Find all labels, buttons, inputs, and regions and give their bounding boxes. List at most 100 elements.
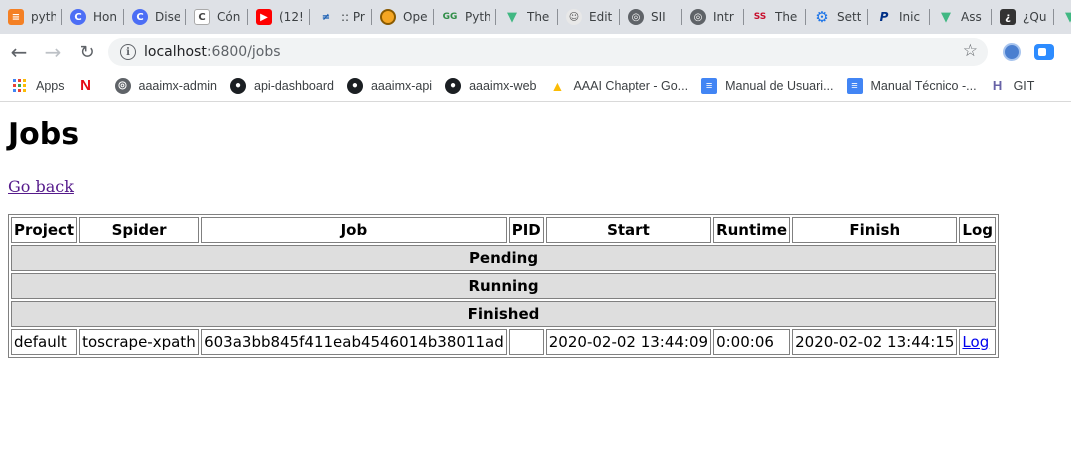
tab-label: Dise <box>155 10 180 24</box>
youtube-icon: ▶ <box>256 9 272 25</box>
vue-icon: ▼ <box>507 9 517 25</box>
back-arrow-icon[interactable]: ← <box>4 37 34 67</box>
tab-label: Ope <box>403 10 428 24</box>
column-header: Start <box>545 217 712 243</box>
bookmark-label: Manual de Usuari... <box>725 78 834 93</box>
cell-pid <box>508 329 544 355</box>
cell-log: Log <box>959 329 997 355</box>
tab-label: Hon <box>93 10 117 24</box>
browser-tab[interactable]: ◎ Intr <box>682 0 744 34</box>
column-header: Finish <box>792 217 958 243</box>
tab-label: pyth <box>31 10 56 24</box>
column-header: Runtime <box>713 217 791 243</box>
cell-spider: toscrape-xpath <box>79 329 200 355</box>
tab-label: The <box>775 10 798 24</box>
bookmark-aaaimx-admin[interactable]: ◎ aaaimx-admin <box>114 77 218 94</box>
address-bar[interactable]: i localhost:6800/jobs ☆ <box>108 38 988 66</box>
tab-label: Inic <box>899 10 921 24</box>
browser-tab[interactable]: C Cón <box>186 0 248 34</box>
bookmarks-bar: Apps N ◎ aaaimx-admin ● api-dashboard ● … <box>0 70 1071 102</box>
tec-logo-icon: ≠ <box>321 11 331 23</box>
bookmark-label: aaaimx-web <box>469 78 537 93</box>
heroku-icon: H <box>992 78 1003 93</box>
jobs-table: Project Spider Job PID Start Runtime Fin… <box>8 214 1000 358</box>
browser-tab[interactable]: ⚙ Sett <box>806 0 868 34</box>
google-drive-icon: ▲ <box>550 77 565 94</box>
gear-icon: ⚙ <box>815 8 829 26</box>
bookmark-apps[interactable]: Apps <box>13 78 65 93</box>
apps-grid-icon <box>13 78 27 93</box>
bookmark-aaaimx-api[interactable]: ● aaaimx-api <box>346 77 432 94</box>
table-row: default toscrape-xpath 603a3bb845f411eab… <box>11 329 997 355</box>
browser-tab[interactable]: ▼ The <box>496 0 558 34</box>
tab-strip: ≡ pyth C Hon C Dise C Cón ▶ (12! ≠:: Pr Ope G… <box>0 0 1071 34</box>
column-header: Spider <box>79 217 200 243</box>
alien-icon: ☺ <box>566 9 582 25</box>
browser-tab[interactable]: ☺ Edit <box>558 0 620 34</box>
browser-tab[interactable]: ▼ Ass <box>930 0 992 34</box>
cell-start: 2020-02-02 13:44:09 <box>545 329 712 355</box>
browser-tab[interactable]: ≠:: Pr <box>310 0 372 34</box>
red-logo-icon: SS <box>753 12 767 22</box>
browser-tab[interactable]: C Hon <box>62 0 124 34</box>
tab-label: Cón <box>217 10 241 24</box>
tab-label: The <box>527 10 550 24</box>
browser-tab[interactable]: ▼ <box>1054 0 1071 34</box>
google-docs-icon: ≡ <box>846 77 863 94</box>
tab-label: Pyth <box>465 10 490 24</box>
bookmark-manual-tecnico[interactable]: ≡ Manual Técnico -... <box>846 77 977 94</box>
section-header-pending: Pending <box>11 245 997 271</box>
browser-tab[interactable]: SS The <box>744 0 806 34</box>
globe-icon: ◎ <box>628 9 644 25</box>
github-icon: ● <box>230 77 247 94</box>
tab-label: ¿Qu <box>1023 10 1047 24</box>
browser-tab[interactable]: ◎ SII <box>620 0 682 34</box>
browser-tab[interactable]: GG Pyth <box>434 0 496 34</box>
tab-label: (12! <box>279 10 304 24</box>
chrome-store-icon: C <box>194 9 210 25</box>
geeksforgeeks-icon: GG <box>442 12 458 22</box>
browser-tab[interactable]: Ope <box>372 0 434 34</box>
globe-icon: ◎ <box>114 77 131 94</box>
dark-square-icon: ¿ <box>1000 9 1016 25</box>
extension-icon[interactable] <box>1003 43 1021 61</box>
zoom-extension-icon[interactable] <box>1034 44 1054 60</box>
log-link[interactable]: Log <box>962 333 989 351</box>
browser-tab[interactable]: ≡ pyth <box>0 0 62 34</box>
bookmark-label: Manual Técnico -... <box>870 78 977 93</box>
browser-tab[interactable]: ▶ (12! <box>248 0 310 34</box>
page-content: Jobs Go back Project Spider Job PID Star… <box>0 103 1071 455</box>
reload-icon[interactable]: ↻ <box>72 37 102 67</box>
bookmark-git[interactable]: H GIT <box>990 78 1035 94</box>
browser-tab[interactable]: P Inic <box>868 0 930 34</box>
browser-toolbar: ← → ↻ i localhost:6800/jobs ☆ <box>0 34 1071 70</box>
tab-label: Ass <box>961 10 982 24</box>
github-icon: ● <box>346 77 363 94</box>
bookmark-aaaimx-web[interactable]: ● aaaimx-web <box>445 77 537 94</box>
info-icon[interactable]: i <box>120 44 136 60</box>
section-header-finished: Finished <box>11 301 997 327</box>
browser-tab[interactable]: ¿ ¿Qu <box>992 0 1054 34</box>
bookmark-netflix[interactable]: N <box>78 77 102 94</box>
column-header: Log <box>959 217 997 243</box>
bookmark-manual-usuario[interactable]: ≡ Manual de Usuari... <box>701 77 834 94</box>
column-header: Job <box>201 217 507 243</box>
github-icon: ● <box>445 77 462 94</box>
browser-tab[interactable]: C Dise <box>124 0 186 34</box>
bookmark-api-dashboard[interactable]: ● api-dashboard <box>230 77 334 94</box>
bookmark-label: AAAI Chapter - Go... <box>573 78 689 93</box>
column-header: Project <box>11 217 78 243</box>
bookmark-label: aaaimx-admin <box>138 78 218 93</box>
forward-arrow-icon[interactable]: → <box>38 37 68 67</box>
tab-label: Sett <box>837 10 862 24</box>
bookmark-star-icon[interactable]: ☆ <box>963 41 978 61</box>
url-host: localhost <box>144 44 207 60</box>
page-title: Jobs <box>8 117 80 152</box>
c-circle-icon: C <box>132 9 148 25</box>
vue-icon: ▼ <box>1065 9 1071 25</box>
section-header-running: Running <box>11 273 997 299</box>
go-back-link[interactable]: Go back <box>8 177 74 196</box>
section-row-finished: Finished <box>11 301 997 327</box>
google-docs-icon: ≡ <box>701 77 718 94</box>
bookmark-aaai-chapter[interactable]: ▲ AAAI Chapter - Go... <box>549 77 689 94</box>
